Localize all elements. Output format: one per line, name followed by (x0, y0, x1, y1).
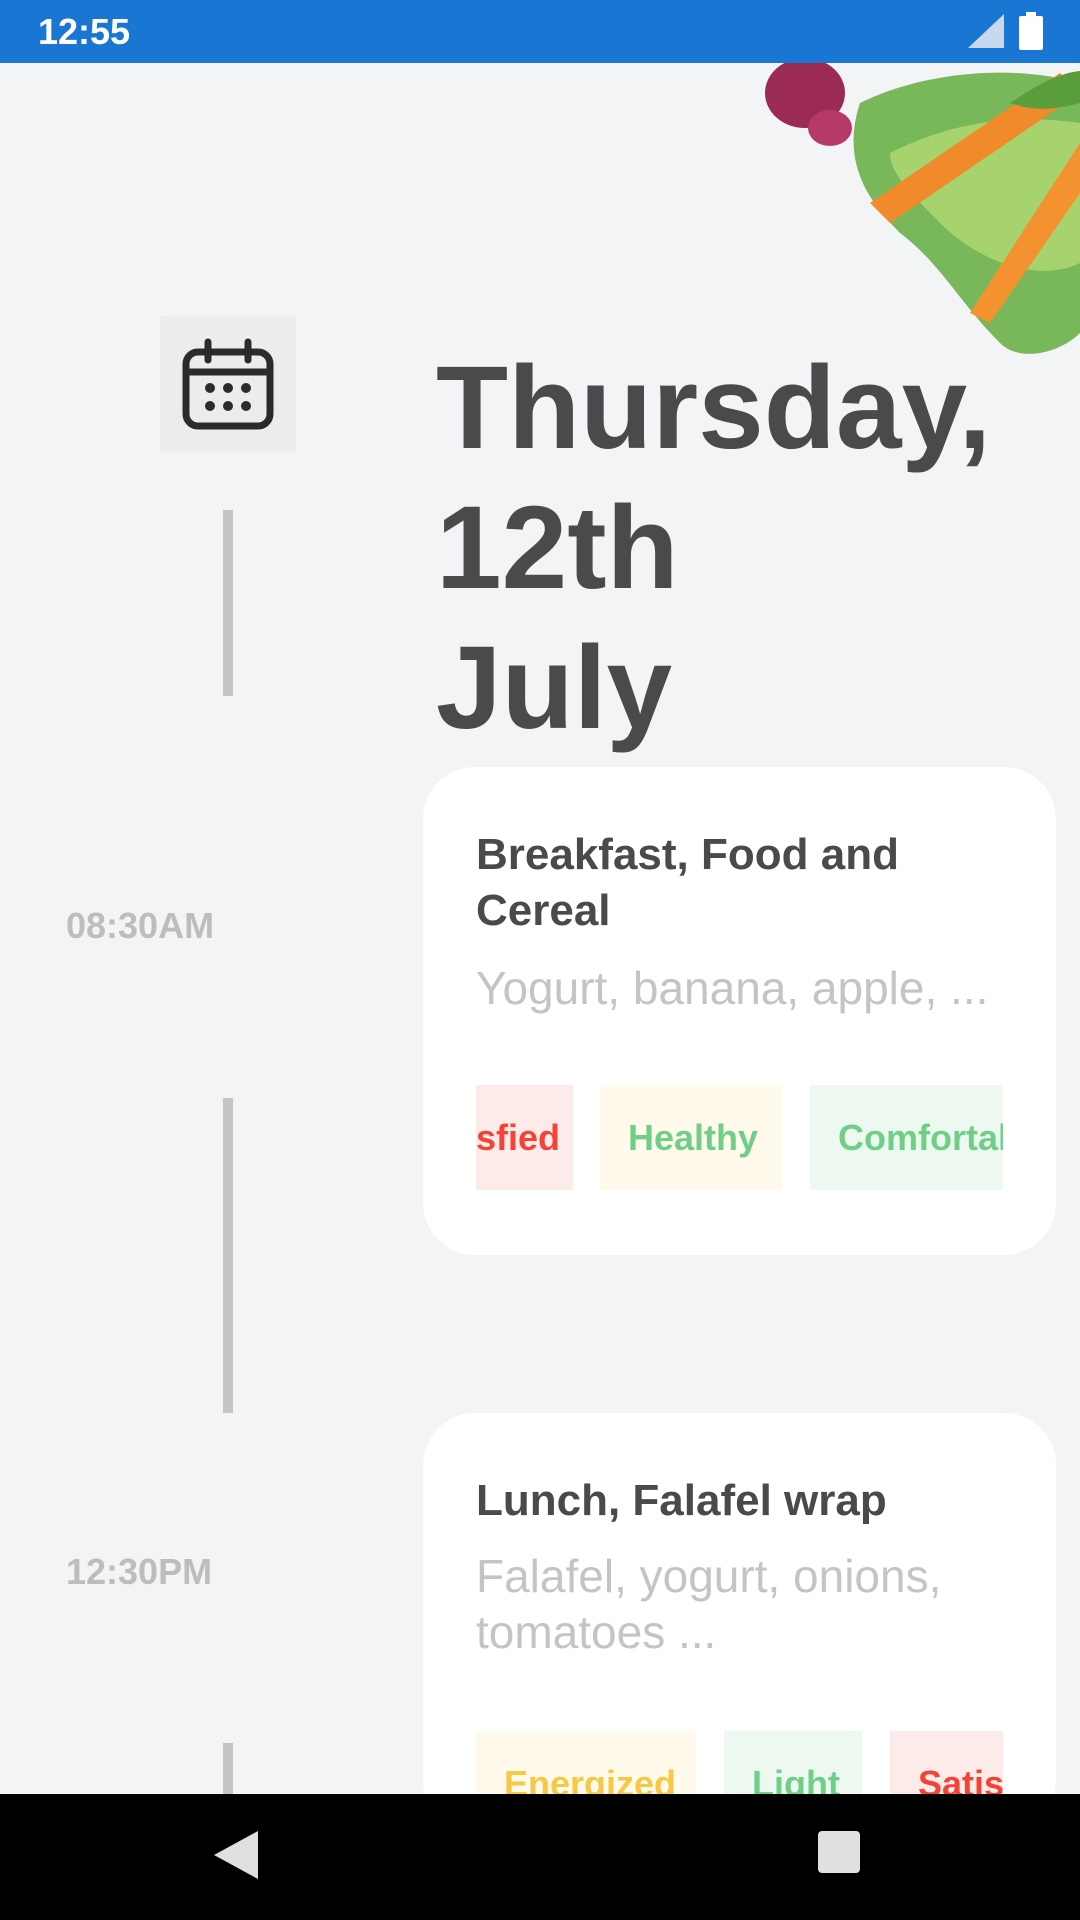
battery-icon (1019, 12, 1043, 50)
recent-apps-icon[interactable] (818, 1831, 860, 1873)
date-month: July (436, 622, 673, 754)
timeline-line (223, 510, 233, 696)
mood-tag[interactable]: sfied (476, 1085, 573, 1190)
navigation-bar (0, 1794, 1080, 1920)
back-icon[interactable] (212, 1829, 260, 1881)
status-time: 12:55 (38, 11, 131, 52)
meal-title: Breakfast, Food and Cereal (476, 830, 899, 935)
timeline-line (223, 1743, 233, 1794)
timeline-line (223, 1098, 233, 1413)
meal-description: Yogurt, banana, apple, ... (476, 962, 989, 1014)
calendar-button[interactable] (160, 316, 296, 452)
mood-tag[interactable]: Healthy (600, 1085, 782, 1190)
date-heading: Thursday, 12th July (436, 338, 1056, 758)
date-day: 12th (436, 482, 679, 614)
signal-icon (968, 14, 1004, 48)
meal-card[interactable]: Breakfast, Food and Cereal Yogurt, banan… (423, 767, 1056, 1255)
meal-time: 12:30PM (66, 1551, 213, 1592)
date-weekday: Thursday, (436, 342, 992, 474)
mood-tag[interactable]: Comfortal (810, 1085, 1003, 1190)
meal-title: Lunch, Falafel wrap (476, 1476, 887, 1525)
meal-description: Falafel, yogurt, onions, tomatoes ... (476, 1550, 942, 1658)
mood-tags[interactable]: sfied Healthy Comfortal (476, 1085, 1003, 1190)
meal-time: 08:30AM (66, 905, 215, 946)
vegetables-image (765, 63, 1080, 354)
status-bar: 12:55 (0, 0, 1080, 63)
meal-card[interactable]: Lunch, Falafel wrap Falafel, yogurt, oni… (423, 1413, 1056, 1836)
calendar-icon (182, 338, 274, 430)
